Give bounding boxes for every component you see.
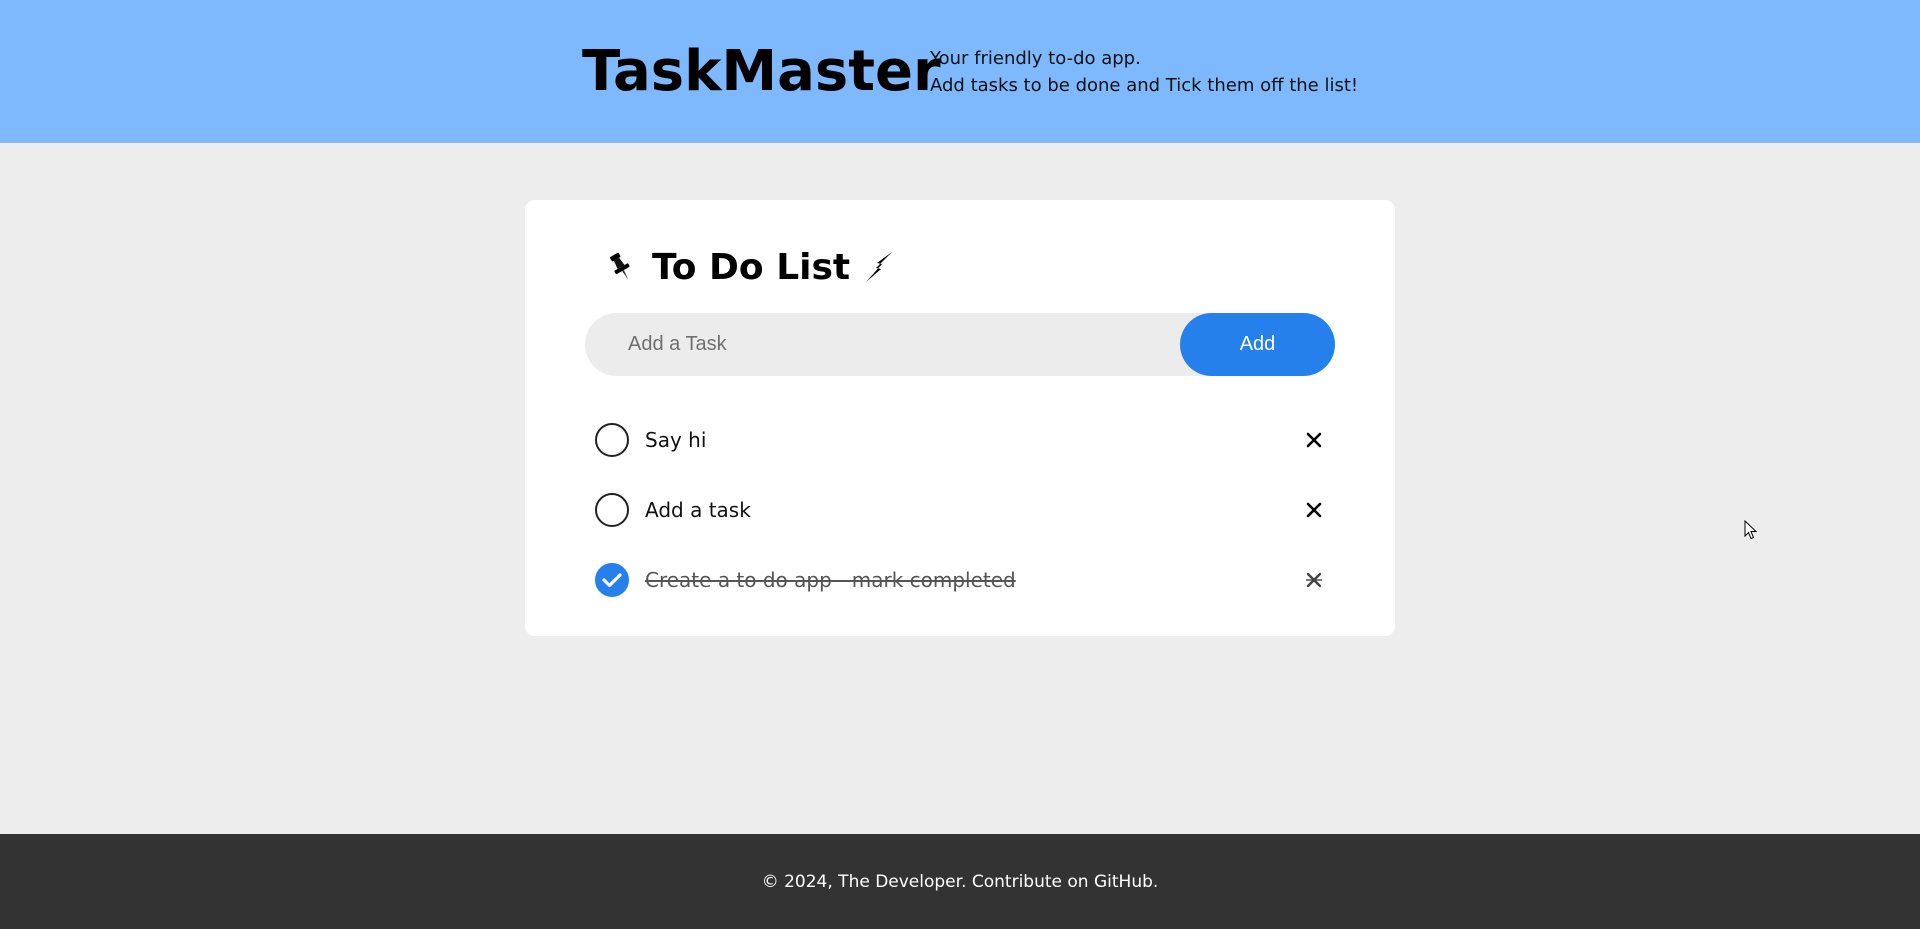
task-item[interactable]: Say hi <box>595 405 1325 475</box>
task-item-completed[interactable]: Create a to do app - mark completed <box>595 545 1325 615</box>
footer-text: © 2024, The Developer. Contribute on Git… <box>761 871 1159 892</box>
todo-card: To Do List Add Say hi Add a task <box>525 200 1395 636</box>
todo-heading: To Do List <box>608 242 896 292</box>
brand-title: TaskMaster <box>582 39 941 104</box>
pushpin-icon <box>608 250 634 284</box>
task-input[interactable] <box>585 313 1175 376</box>
tagline-line-1: Your friendly to-do app. <box>930 48 1141 69</box>
add-task-form: Add <box>585 313 1335 376</box>
todo-title: To Do List <box>652 246 851 288</box>
task-label[interactable]: Say hi <box>645 428 706 452</box>
tagline: Your friendly to-do app. Add tasks to be… <box>930 45 1358 99</box>
task-label[interactable]: Create a to do app - mark completed <box>645 568 1016 592</box>
close-icon[interactable] <box>1303 569 1325 591</box>
mouse-pointer-icon <box>1744 520 1758 540</box>
app-header: TaskMaster Your friendly to-do app. Add … <box>0 0 1920 143</box>
add-button[interactable]: Add <box>1180 313 1335 376</box>
tagline-line-2: Add tasks to be done and Tick them off t… <box>930 75 1359 96</box>
lightning-icon <box>862 250 896 284</box>
close-icon[interactable] <box>1303 499 1325 521</box>
checkbox-checked-icon[interactable] <box>595 563 629 597</box>
checkbox-unchecked-icon[interactable] <box>595 493 629 527</box>
task-item[interactable]: Add a task <box>595 475 1325 545</box>
close-icon[interactable] <box>1303 429 1325 451</box>
task-label[interactable]: Add a task <box>645 498 751 522</box>
checkbox-unchecked-icon[interactable] <box>595 423 629 457</box>
task-list: Say hi Add a task Create a to do app - m… <box>595 405 1325 615</box>
footer: © 2024, The Developer. Contribute on Git… <box>0 834 1920 929</box>
